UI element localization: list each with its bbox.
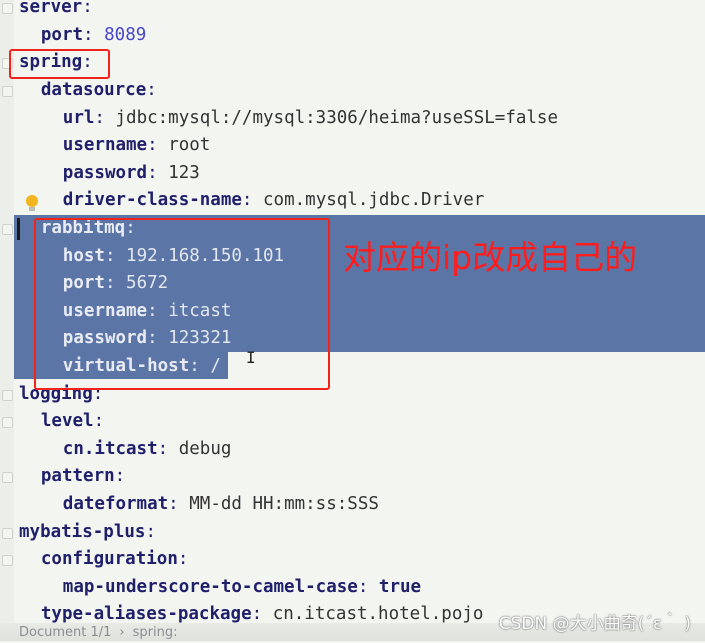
editor-gutter <box>0 0 14 641</box>
highlight-box-spring <box>9 49 110 79</box>
code-line[interactable]: pattern: <box>41 463 125 491</box>
yaml-key: password <box>62 162 148 183</box>
yaml-key: dateformat <box>62 494 169 514</box>
fold-marker-icon[interactable] <box>2 555 13 567</box>
code-line[interactable]: driver-class-name: com.mysql.jdbc.Driver <box>63 187 484 215</box>
text-caret <box>17 218 20 240</box>
yaml-colon: : <box>357 576 369 597</box>
highlight-box-rabbitmq <box>34 218 330 390</box>
fold-marker-icon[interactable] <box>2 86 13 97</box>
yaml-key: level <box>40 411 94 432</box>
yaml-value: debug <box>178 438 232 459</box>
yaml-key: map-underscore-to-camel-case <box>62 576 358 597</box>
yaml-colon: : <box>145 521 156 542</box>
yaml-key: driver-class-name <box>62 190 242 211</box>
yaml-key: mybatis-plus <box>19 521 146 542</box>
yaml-value: true <box>378 576 422 597</box>
yaml-value: root <box>168 135 211 156</box>
yaml-key: pattern <box>40 466 115 487</box>
status-breadcrumb[interactable]: spring: <box>133 625 178 640</box>
yaml-colon: : <box>83 24 94 45</box>
yaml-key: port <box>40 24 84 45</box>
yaml-colon: : <box>241 190 253 211</box>
code-line[interactable]: server: <box>19 0 93 22</box>
code-line[interactable]: mybatis-plus: <box>19 519 156 547</box>
fold-marker-icon[interactable] <box>2 527 13 539</box>
yaml-colon: : <box>147 135 158 156</box>
yaml-colon: : <box>82 0 93 18</box>
yaml-key: url <box>62 107 95 128</box>
yaml-value: cn.itcast.hotel.pojo <box>272 604 484 625</box>
yaml-key: cn.itcast <box>62 438 158 459</box>
yaml-colon: : <box>177 549 189 570</box>
text-cursor-icon: I <box>246 348 256 367</box>
fold-marker-icon[interactable] <box>2 389 13 401</box>
yaml-key: server <box>19 0 83 18</box>
yaml-colon: : <box>157 438 169 459</box>
code-line[interactable]: dateformat: MM-dd HH:mm:ss:SSS <box>63 491 379 519</box>
fold-marker-icon[interactable] <box>2 3 13 15</box>
code-line[interactable]: username: root <box>63 132 211 160</box>
fold-marker-icon[interactable] <box>2 417 13 429</box>
annotation-text: 对应的ip改成自己的 <box>343 238 638 277</box>
code-line[interactable]: cn.itcast: debug <box>63 436 232 464</box>
yaml-value: MM-dd HH:mm:ss:SSS <box>189 494 379 514</box>
status-document: Document 1/1 <box>19 625 112 640</box>
yaml-key: type-aliases-package <box>40 604 252 625</box>
watermark: CSDN @大小曲奇(´ε｀ ) <box>498 614 691 634</box>
code-line[interactable]: configuration: <box>41 546 189 574</box>
code-line[interactable]: url: jdbc:mysql://mysql:3306/heima?useSS… <box>63 105 558 133</box>
yaml-value: 123 <box>168 162 200 183</box>
yaml-colon: : <box>168 494 179 514</box>
yaml-key: configuration <box>40 549 178 570</box>
code-line[interactable]: map-underscore-to-camel-case: true <box>63 574 421 602</box>
yaml-colon: : <box>93 411 105 432</box>
yaml-colon: : <box>251 604 263 625</box>
yaml-key: datasource <box>40 80 147 100</box>
yaml-colon: : <box>147 162 158 183</box>
lightbulb-icon[interactable] <box>26 195 38 211</box>
yaml-colon: : <box>94 107 105 128</box>
yaml-colon: : <box>114 466 126 487</box>
breadcrumb-chevron-icon: › <box>119 625 125 640</box>
yaml-colon: : <box>146 80 157 100</box>
yaml-value: com.mysql.jdbc.Driver <box>263 190 485 211</box>
code-line[interactable]: level: <box>41 408 104 436</box>
fold-marker-icon[interactable] <box>2 224 13 235</box>
yaml-value: 8089 <box>104 24 147 45</box>
code-line[interactable]: datasource: <box>41 77 157 105</box>
code-line[interactable]: password: 123 <box>63 160 200 188</box>
yaml-key: username <box>62 135 148 156</box>
code-line[interactable]: port: 8089 <box>41 22 146 50</box>
yaml-value: jdbc:mysql://mysql:3306/heima?useSSL=fal… <box>115 107 559 128</box>
fold-marker-icon[interactable] <box>2 472 13 484</box>
